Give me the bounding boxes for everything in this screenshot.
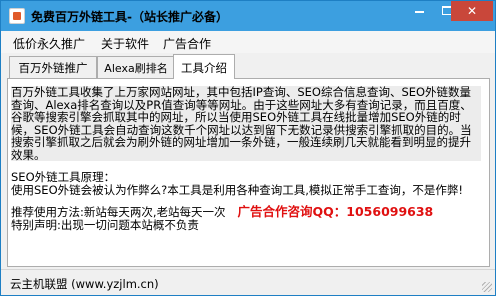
app-window: 免费百万外链工具-（站长推广必备） ✕ 低价永久推广 关于软件 广告合作 百万外… <box>0 0 496 296</box>
intro-paragraph: 百万外链工具收集了上万家网站网址，其中包括IP查询、SEO综合信息查询、SEO外… <box>11 86 481 161</box>
menu-item-promotion[interactable]: 低价永久推广 <box>13 35 85 52</box>
minimize-button[interactable] <box>405 1 433 21</box>
usage-text: 推荐使用方法:新站每天两次,老站每天一次 <box>11 205 226 219</box>
title-bar[interactable]: 免费百万外链工具-（站长推广必备） ✕ <box>1 1 495 31</box>
usage-row: 推荐使用方法:新站每天两次,老站每天一次 广告合作咨询QQ：1056099638 <box>11 204 481 219</box>
tab-backlink-promotion[interactable]: 百万外链推广 <box>9 56 97 78</box>
disclaimer-text: 特别声明:出现一切问题本站概不负责 <box>11 217 199 232</box>
tool-intro-text: 百万外链工具收集了上万家网站网址，其中包括IP查询、SEO综合信息查询、SEO外… <box>11 86 481 231</box>
principle-text: 使用SEO外链会被认为作弊么?本工具是利用各种查询工具,模拟正常手工查询，不是作… <box>11 182 463 197</box>
tab-alexa-rank[interactable]: Alexa刷排名 <box>97 56 175 78</box>
status-bar: 云主机联盟 (www.yzjlm.cn) <box>1 269 495 295</box>
close-button[interactable]: ✕ <box>451 1 493 21</box>
ad-contact-text: 广告合作咨询QQ：1056099638 <box>237 204 434 219</box>
status-text: 云主机联盟 (www.yzjlm.cn) <box>10 277 159 291</box>
resize-grip-icon[interactable] <box>482 282 492 292</box>
menu-item-ads[interactable]: 广告合作 <box>163 35 211 52</box>
app-logo-icon <box>9 8 25 24</box>
menu-bar: 低价永久推广 关于软件 广告合作 <box>1 31 495 53</box>
tab-tool-intro[interactable]: 工具介绍 <box>173 54 235 79</box>
minimize-icon <box>415 11 424 13</box>
principle-title: SEO外链工具原理： <box>11 170 116 184</box>
menu-item-about[interactable]: 关于软件 <box>101 35 149 52</box>
window-title: 免费百万外链工具-（站长推广必备） <box>31 10 228 24</box>
